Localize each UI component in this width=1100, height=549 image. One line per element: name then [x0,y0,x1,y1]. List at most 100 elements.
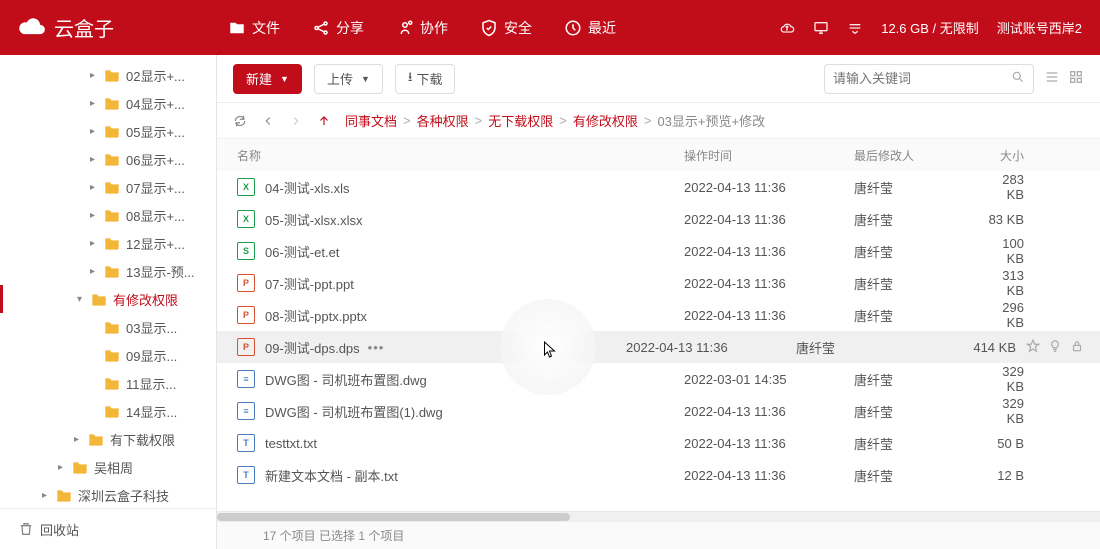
tree-item[interactable]: 14显示... [0,397,216,425]
breadcrumb-current: 03显示+预览+修改 [657,111,765,130]
tree-item[interactable]: ▸12显示+... [0,229,216,257]
file-row[interactable]: X05-测试-xlsx.xlsx2022-04-13 11:36唐纤莹83 KB [217,203,1100,235]
tree-item[interactable]: ▸ 深圳云盒子科技 [0,481,216,508]
refresh-icon[interactable] [233,114,247,128]
tree-label: 04显示+... [126,94,185,113]
file-row[interactable]: T新建文本文档 - 副本.txt2022-04-13 11:36唐纤莹12 B [217,459,1100,491]
trash-icon [18,521,34,537]
new-button[interactable]: 新建▼ [233,64,302,94]
tree-item[interactable]: ▸05显示+... [0,117,216,145]
tree-item[interactable]: 03显示... [0,313,216,341]
tree-item[interactable]: ▸07显示+... [0,173,216,201]
horizontal-scrollbar[interactable] [217,511,1100,521]
tree-arrow-icon[interactable]: ▸ [90,238,102,249]
list-view-icon[interactable] [1044,69,1060,88]
bulb-icon[interactable] [1048,339,1062,356]
up-icon[interactable] [317,114,331,128]
column-name[interactable]: 名称 [233,147,684,164]
more-icon[interactable]: ••• [368,340,385,355]
breadcrumb: 同事文档>各种权限>无下载权限>有修改权限>03显示+预览+修改 [345,111,765,130]
folder-icon [104,348,120,362]
file-row[interactable]: Ttesttxt.txt2022-04-13 11:36唐纤莹50 B [217,427,1100,459]
file-row[interactable]: P07-测试-ppt.ppt2022-04-13 11:36唐纤莹313 KB [217,267,1100,299]
file-row[interactable]: S06-测试-et.et2022-04-13 11:36唐纤莹100 KB [217,235,1100,267]
nav-share[interactable]: 分享 [312,18,364,38]
upload-button[interactable]: 上传▼ [314,64,383,94]
tree-arrow-icon[interactable]: ▸ [58,462,70,473]
file-row[interactable]: ≡DWG图 - 司机班布置图(1).dwg2022-04-13 11:36唐纤莹… [217,395,1100,427]
breadcrumb-link[interactable]: 有修改权限 [573,111,638,130]
monitor-icon[interactable] [813,20,829,36]
column-size[interactable]: 大小 [984,147,1084,164]
folder-icon [56,488,72,502]
file-time: 2022-04-13 11:36 [684,404,854,419]
tree-arrow-icon[interactable]: ▸ [90,154,102,165]
storage-text: 12.6 GB / 无限制 [881,18,979,37]
tree-arrow-icon[interactable]: ▸ [90,126,102,137]
cloud-sync-icon[interactable] [779,20,795,36]
tree-item[interactable]: ▸13显示-预... [0,257,216,285]
tree-arrow-icon[interactable]: ▸ [74,434,86,445]
file-modifier: 唐纤莹 [854,402,984,421]
toolbar: 新建▼ 上传▼ ⭳下载 [217,55,1100,103]
tree-arrow-icon[interactable]: ▾ [77,294,89,305]
breadcrumb-link[interactable]: 无下载权限 [488,111,553,130]
search-box[interactable] [824,64,1034,94]
folder-icon [88,432,104,446]
nav-collab[interactable]: 协作 [396,18,448,38]
tree-item[interactable]: ▾有修改权限 [0,285,216,313]
back-icon[interactable] [261,114,275,128]
file-name: 08-测试-pptx.pptx [265,306,367,325]
account-name[interactable]: 测试账号西岸2 [997,18,1082,37]
file-time: 2022-04-13 11:36 [684,212,854,227]
tree-label: 深圳云盒子科技 [78,486,169,505]
sidebar: ▸02显示+...▸04显示+...▸05显示+...▸06显示+...▸07显… [0,55,217,549]
tree-item[interactable]: ▸吴相周 [0,453,216,481]
folder-icon [104,180,120,194]
tree-item[interactable]: ▸02显示+... [0,61,216,89]
folder-icon [104,152,120,166]
star-icon[interactable] [1026,339,1040,356]
column-time[interactable]: 操作时间 [684,147,854,164]
forward-icon[interactable] [289,114,303,128]
logo[interactable]: 云盒子 [18,13,218,42]
file-size: 83 KB [984,212,1084,227]
nav-recent[interactable]: 最近 [564,18,616,38]
menu-dropdown-icon[interactable] [847,20,863,36]
search-icon[interactable] [1011,70,1025,87]
breadcrumb-link[interactable]: 各种权限 [417,111,469,130]
lock-icon[interactable] [1070,339,1084,356]
file-type-icon: ≡ [237,370,255,388]
folder-icon [104,376,120,390]
search-input[interactable] [833,71,1011,86]
main-panel: 新建▼ 上传▼ ⭳下载 同事文档>各种权限>无下载权限 [217,55,1100,549]
file-time: 2022-04-13 11:36 [684,308,854,323]
tree-item[interactable]: ▸ 04显示+... [0,89,216,117]
tree-arrow-icon[interactable]: ▸ [42,490,54,501]
content-area: ▸02显示+...▸04显示+...▸05显示+...▸06显示+...▸07显… [0,55,1100,549]
file-row[interactable]: P08-测试-pptx.pptx2022-04-13 11:36唐纤莹296 K… [217,299,1100,331]
tree-item[interactable]: 11显示... [0,369,216,397]
grid-view-icon[interactable] [1068,69,1084,88]
recycle-bin[interactable]: 回收站 [0,515,216,543]
file-row[interactable]: X04-测试-xls.xls2022-04-13 11:36唐纤莹283 KB [217,171,1100,203]
tree-item[interactable]: ▸08显示+... [0,201,216,229]
file-name: 07-测试-ppt.ppt [265,274,354,293]
file-row[interactable]: ≡DWG图 - 司机班布置图.dwg2022-03-01 14:35唐纤莹329… [217,363,1100,395]
tree-arrow-icon[interactable]: ▸ [90,182,102,193]
scrollbar-thumb[interactable] [217,513,570,521]
column-modifier[interactable]: 最后修改人 [854,147,984,164]
tree-item[interactable]: ▸06显示+... [0,145,216,173]
tree-arrow-icon[interactable]: ▸ [90,70,102,81]
nav-security[interactable]: 安全 [480,18,532,38]
download-button[interactable]: ⭳下载 [395,64,456,94]
tree-arrow-icon[interactable]: ▸ [90,98,102,109]
tree-item[interactable]: ▸有下载权限 [0,425,216,453]
file-modifier: 唐纤莹 [854,274,984,293]
tree-arrow-icon[interactable]: ▸ [90,266,102,277]
tree-arrow-icon[interactable]: ▸ [90,210,102,221]
tree-item[interactable]: 09显示... [0,341,216,369]
file-row[interactable]: P09-测试-dps.dps•••2022-04-13 11:36唐纤莹414 … [217,331,1100,363]
breadcrumb-link[interactable]: 同事文档 [345,111,397,130]
nav-file[interactable]: 文件 [228,18,280,38]
